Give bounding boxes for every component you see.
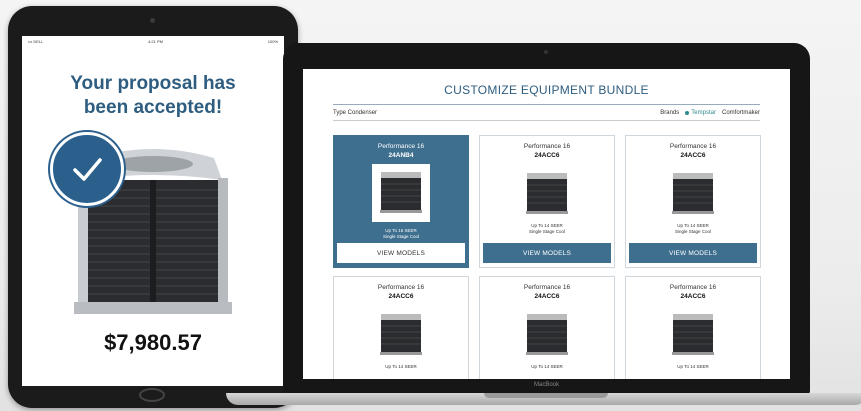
- equipment-card[interactable]: Performance 16 24ACC6 Up To 14 SEER: [333, 276, 469, 379]
- card-performance: Performance 16: [523, 284, 571, 291]
- card-performance: Performance 16: [669, 143, 717, 150]
- equipment-card[interactable]: Performance 16 24ACC6 Up To 14 SEER: [625, 276, 761, 379]
- laptop-base-notch: [484, 393, 608, 398]
- card-model: 24ACC6: [680, 293, 706, 300]
- card-model: 24ACC6: [534, 152, 560, 159]
- card-performance: Performance 16: [523, 143, 571, 150]
- type-filter[interactable]: Type Condenser: [333, 110, 377, 116]
- brand-option-label: Tempstar: [691, 110, 716, 116]
- equipment-grid: Performance 16 24ANB4 Up To 16 SEER Sing…: [333, 135, 761, 379]
- condenser-icon: [672, 173, 714, 214]
- laptop-base: [226, 393, 861, 405]
- card-seer-line2: Single Stage Cool: [674, 229, 712, 234]
- laptop-device: CUSTOMIZE EQUIPMENT BUNDLE Type Condense…: [283, 43, 810, 395]
- home-button[interactable]: [139, 388, 165, 402]
- status-time: 4:21 PM: [148, 38, 163, 44]
- laptop-brand-label: MacBook: [533, 382, 559, 388]
- proposal-price: $7,980.57: [104, 330, 202, 355]
- status-carrier: ••• DELL: [28, 38, 44, 44]
- card-performance: Performance 16: [377, 143, 425, 150]
- tablet-screen: ••• DELL 4:21 PM 100% Your proposal has …: [22, 36, 284, 386]
- condenser-icon: [380, 172, 422, 213]
- brand-option-tempstar[interactable]: Tempstar: [685, 110, 716, 116]
- brand-filter: Brands Tempstar Comfortmaker: [660, 110, 760, 116]
- card-model: 24ACC6: [388, 293, 414, 300]
- equipment-card[interactable]: Performance 16 24ANB4 Up To 16 SEER Sing…: [333, 135, 469, 268]
- card-seer-line1: Up To 14 SEER: [531, 364, 563, 369]
- view-models-button[interactable]: VIEW MODELS: [629, 243, 757, 263]
- card-seer: Up To 14 SEER Single Stage Cool: [480, 223, 614, 235]
- condenser-icon: [526, 173, 568, 214]
- proposal-title-line1: Your proposal has: [70, 73, 236, 94]
- tablet-device: ••• DELL 4:21 PM 100% Your proposal has …: [8, 6, 298, 408]
- card-seer-line1: Up To 14 SEER: [677, 364, 709, 369]
- view-models-button[interactable]: VIEW MODELS: [483, 243, 611, 263]
- card-performance: Performance 16: [377, 284, 425, 291]
- equipment-card[interactable]: Performance 16 24ACC6 Up To 14 SEER: [479, 276, 615, 379]
- filter-divider: [333, 120, 760, 121]
- laptop-screen: CUSTOMIZE EQUIPMENT BUNDLE Type Condense…: [303, 69, 790, 379]
- proposal-title-line2: been accepted!: [83, 97, 223, 118]
- card-seer-line2: Single Stage Cool: [528, 229, 566, 234]
- card-seer: Up To 16 SEER Single Stage Cool: [334, 228, 468, 240]
- card-performance: Performance 16: [669, 284, 717, 291]
- radio-selected-icon: [685, 111, 690, 115]
- card-model: 24ANB4: [388, 152, 414, 159]
- equipment-card[interactable]: Performance 16 24ACC6 Up To 14 SEER Sing…: [625, 135, 761, 268]
- laptop-camera: [544, 50, 548, 54]
- condenser-icon: [526, 314, 568, 355]
- page-title: CUSTOMIZE EQUIPMENT BUNDLE: [444, 83, 649, 97]
- card-seer: Up To 14 SEER Single Stage Cool: [626, 223, 760, 235]
- card-image-frame: [372, 164, 430, 222]
- brands-label: Brands: [660, 110, 680, 116]
- view-models-button[interactable]: VIEW MODELS: [337, 243, 465, 263]
- condenser-icon: [380, 314, 422, 355]
- brand-option-comfortmaker[interactable]: Comfortmaker: [722, 110, 760, 116]
- equipment-card[interactable]: Performance 16 24ACC6 Up To 14 SEER Sing…: [479, 135, 615, 268]
- card-model: 24ACC6: [534, 293, 560, 300]
- card-model: 24ACC6: [680, 152, 706, 159]
- status-battery: 100%: [267, 38, 278, 44]
- condenser-icon: [672, 314, 714, 355]
- checkmark-icon: [50, 132, 124, 206]
- status-bar: ••• DELL 4:21 PM 100%: [22, 36, 284, 46]
- title-divider: [333, 104, 760, 105]
- card-seer-line1: Up To 14 SEER: [385, 364, 417, 369]
- card-seer-line2: Single Stage Cool: [382, 234, 420, 239]
- tablet-camera: [150, 18, 155, 23]
- proposal-title: Your proposal has been accepted!: [22, 72, 284, 120]
- filter-bar: Type Condenser Brands Tempstar Comfortma…: [333, 108, 760, 118]
